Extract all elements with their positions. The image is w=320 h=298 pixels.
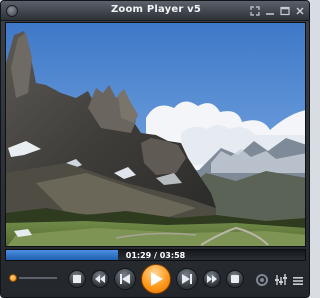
seek-bar[interactable]: 01:29 / 03:58 <box>5 249 306 261</box>
title-bar[interactable]: Zoom Player v5 <box>1 1 309 21</box>
player-window: Zoom Player v5 01:29 / 03:58 <box>0 0 310 298</box>
equalizer-icon <box>275 274 287 285</box>
previous-button[interactable] <box>114 268 136 290</box>
stop-button[interactable] <box>68 270 86 288</box>
record-icon <box>231 275 239 283</box>
expand-icon[interactable] <box>250 6 260 16</box>
play-button[interactable] <box>141 264 171 294</box>
video-display[interactable] <box>5 22 306 247</box>
menu-button[interactable] <box>292 272 306 286</box>
maximize-icon[interactable] <box>280 6 290 16</box>
video-frame-mountain-landscape <box>6 23 305 246</box>
control-bar <box>1 263 309 297</box>
record-button[interactable] <box>226 270 244 288</box>
next-button[interactable] <box>176 268 198 290</box>
settings-button[interactable] <box>255 272 269 286</box>
minimize-icon[interactable] <box>265 6 275 16</box>
fast-forward-icon <box>207 275 217 283</box>
close-icon[interactable] <box>295 6 305 16</box>
menu-icon <box>293 277 303 285</box>
equalizer-button[interactable] <box>274 272 288 286</box>
stop-icon <box>73 275 81 283</box>
volume-slider[interactable] <box>19 277 57 279</box>
fast-forward-button[interactable] <box>203 270 221 288</box>
app-logo-icon[interactable] <box>6 5 18 17</box>
rewind-icon <box>95 275 105 283</box>
previous-icon <box>120 274 130 284</box>
window-title: Zoom Player v5 <box>110 4 202 15</box>
time-display: 01:29 / 03:58 <box>125 251 186 260</box>
next-icon <box>182 274 192 284</box>
play-icon <box>150 272 163 286</box>
rewind-button[interactable] <box>91 270 109 288</box>
settings-icon <box>256 274 268 286</box>
volume-knob[interactable] <box>9 274 17 282</box>
